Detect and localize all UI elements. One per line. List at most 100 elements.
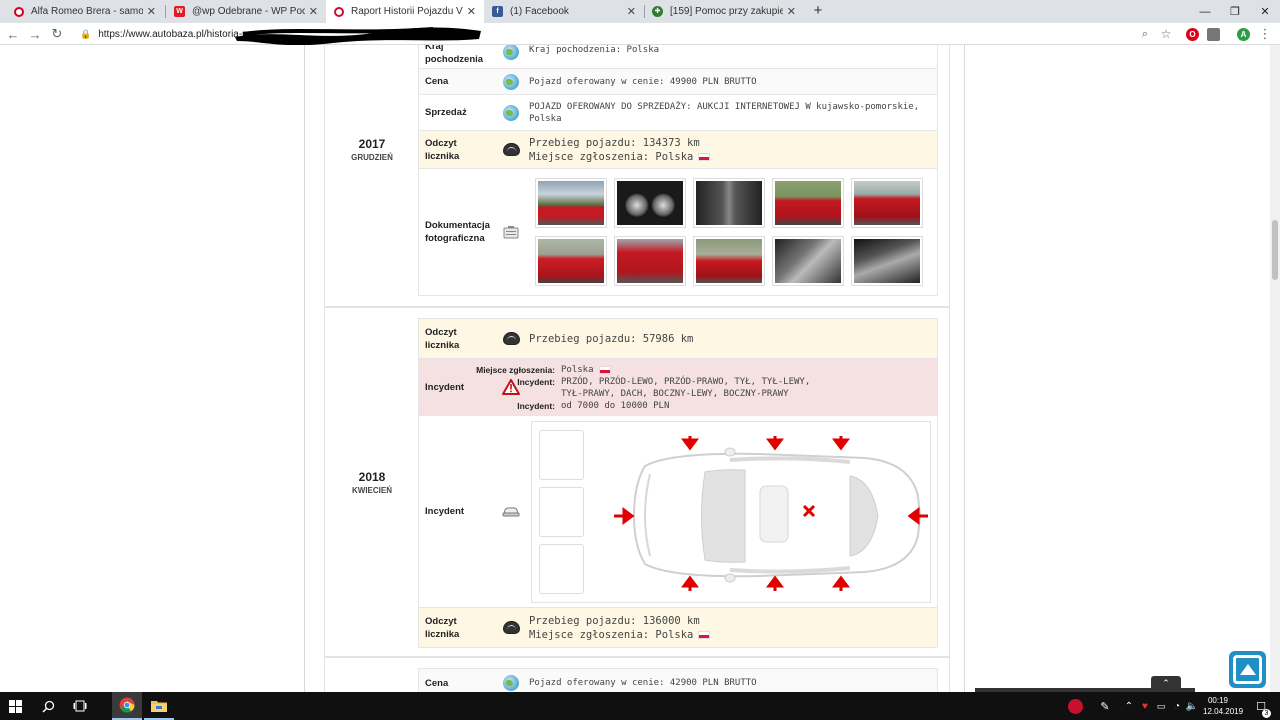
- volume-tray-icon[interactable]: 🔈: [1185, 692, 1199, 720]
- bookmark-star-icon[interactable]: ☆: [1157, 25, 1175, 43]
- photo-camera-icon: [493, 225, 529, 239]
- wifi-tray-icon[interactable]: ◔: [1170, 692, 1184, 720]
- events-card: Cena Pojazd oferowany w cenie: 42900 PLN…: [418, 668, 938, 692]
- row-label: Sprzedaż: [425, 107, 467, 118]
- close-tab-icon[interactable]: ✕: [147, 5, 156, 18]
- page-scrollbar[interactable]: [1270, 45, 1280, 692]
- chevron-up-tray-icon[interactable]: ⌃: [1122, 692, 1136, 720]
- arrow-up-icon: [1233, 655, 1262, 684]
- clock[interactable]: 00:19 12.04.2019: [1203, 695, 1243, 717]
- reload-button[interactable]: ↻: [48, 25, 66, 43]
- antivirus-tray-icon[interactable]: ♥: [1138, 692, 1152, 720]
- car-photo[interactable]: [693, 236, 765, 286]
- car-photo[interactable]: [772, 178, 844, 228]
- car-photo[interactable]: [535, 178, 607, 228]
- car-photo[interactable]: [772, 236, 844, 286]
- damage-diagram: [531, 420, 931, 603]
- windows-start-icon[interactable]: [0, 692, 30, 720]
- odometer-icon: [493, 332, 529, 345]
- row-label: Odczyt licznika: [425, 137, 460, 162]
- close-tab-icon[interactable]: ✕: [309, 5, 318, 18]
- tab-wp-poczta[interactable]: W @wp Odebrane - WP Poczta ✕: [166, 0, 326, 23]
- scrollbar-thumb[interactable]: [1272, 220, 1278, 280]
- car-photo[interactable]: [693, 178, 765, 228]
- month: GRUDZIEŃ: [351, 153, 393, 162]
- car-outline-icon: [493, 506, 529, 518]
- row-label: Cena: [425, 677, 449, 689]
- tab-autobaza-report[interactable]: Raport Historii Pojazdu VIN-Info ✕: [326, 0, 484, 23]
- damage-slot: [539, 543, 584, 594]
- globe-icon: [493, 104, 529, 121]
- wp-icon: W: [174, 6, 185, 17]
- extension-puzzle-icon[interactable]: [1207, 28, 1220, 41]
- battery-tray-icon[interactable]: ▭: [1154, 692, 1168, 720]
- search-icon[interactable]: [34, 692, 62, 720]
- notification-center-icon[interactable]: ☐ 3: [1250, 692, 1272, 720]
- new-tab-button[interactable]: +: [810, 3, 826, 19]
- close-window-button[interactable]: ✕: [1250, 0, 1280, 23]
- close-tab-icon[interactable]: ✕: [467, 5, 476, 18]
- row-label: Odczyt licznika: [425, 326, 460, 351]
- chrome-taskbar-icon[interactable]: [112, 692, 142, 720]
- windows-taskbar: ✎ ⌃ ♥ ▭ ◔ 🔈 00:19 12.04.2019 ☐ 3: [0, 692, 1280, 720]
- damage-slot: [539, 429, 584, 480]
- car-photo[interactable]: [614, 236, 686, 286]
- tab-forum-ar159[interactable]: ✚ [159] Pomoc przy zakupie AR159 ✕: [644, 0, 804, 23]
- poland-flag-icon: [698, 630, 711, 639]
- zoom-icon[interactable]: ⌕: [1136, 25, 1154, 43]
- opera-tray-icon[interactable]: [1065, 692, 1085, 720]
- detail-value: od 7000 do 10000 PLN: [561, 401, 670, 411]
- scroll-to-top-button[interactable]: [1229, 651, 1266, 688]
- tab-title: (1) Facebook: [510, 6, 569, 17]
- notification-count: 3: [1261, 708, 1271, 718]
- row-value: Przebieg pojazdu: 134373 km Miejsce zgło…: [529, 136, 937, 164]
- close-tab-icon[interactable]: ✕: [627, 5, 636, 18]
- row-value: Kraj pochodzenia: Polska: [529, 45, 660, 55]
- row-label: Dokumentacja fotograficzna: [425, 220, 490, 244]
- avatar-letter: A: [1240, 30, 1247, 39]
- minimize-button[interactable]: —: [1190, 0, 1220, 23]
- car-photo[interactable]: [535, 236, 607, 286]
- menu-kebab-icon[interactable]: ⋮: [1256, 25, 1274, 43]
- forward-button[interactable]: →: [26, 25, 44, 43]
- location-line: Miejsce zgłoszenia: Polska: [529, 628, 927, 642]
- year: 2017: [358, 137, 386, 151]
- file-explorer-icon[interactable]: [144, 692, 174, 720]
- clock-time: 00:19: [1207, 696, 1229, 705]
- forum-icon: ✚: [652, 6, 663, 17]
- chevron-up-icon[interactable]: ⌃: [1151, 676, 1181, 690]
- task-view-icon[interactable]: [66, 692, 94, 720]
- year-label: 2018 KWIECIEŃ: [325, 470, 419, 495]
- pen-tray-icon[interactable]: ✎: [1096, 692, 1114, 720]
- opera-extension-icon[interactable]: O: [1186, 28, 1199, 41]
- back-button[interactable]: ←: [4, 25, 22, 43]
- row-odometer: Odczyt licznika Przebieg pojazdu: 134373…: [419, 131, 937, 169]
- page-viewport: 2017 GRUDZIEŃ Kraj pochodzenia Kraj poch…: [0, 45, 1270, 692]
- incident-detail-line: Incydent: PRZÓD, PRZÓD-LEWO, PRZÓD-PRAWO,…: [517, 376, 927, 400]
- content-border-left: [304, 45, 305, 692]
- row-incident-details: Incydent Miejsce zgłoszenia: Polska Incyd…: [419, 359, 937, 416]
- tab-facebook[interactable]: f (1) Facebook ✕: [484, 0, 644, 23]
- maximize-button[interactable]: ❐: [1220, 0, 1250, 23]
- car-photo[interactable]: [851, 236, 923, 286]
- profile-avatar[interactable]: A: [1237, 28, 1250, 41]
- close-tab-icon[interactable]: ✕: [787, 5, 796, 18]
- car-photo[interactable]: [614, 178, 686, 228]
- row-label: Cena: [425, 76, 449, 87]
- year: 2018: [358, 470, 386, 484]
- car-photo[interactable]: [851, 178, 923, 228]
- poland-flag-icon: [698, 152, 711, 161]
- tab-title: @wp Odebrane - WP Poczta: [192, 6, 305, 17]
- address-field[interactable]: 🔒 https://www.autobaza.pl/historia-p: [80, 26, 248, 42]
- tab-alfa-romeo[interactable]: Alfa Romeo Brera - samochody o ✕: [6, 0, 164, 23]
- toolbar: ← → ↻ 🔒 https://www.autobaza.pl/historia…: [0, 23, 1280, 45]
- row-value: Pojazd oferowany w cenie: 42900 PLN BRUT…: [529, 678, 757, 688]
- incident-detail-line: Incydent: od 7000 do 10000 PLN: [517, 400, 927, 412]
- history-block-2018: 2018 KWIECIEŃ Odczyt licznika Przebieg p…: [324, 307, 950, 657]
- detail-value-text: Polska: [561, 365, 594, 375]
- photo-grid: [529, 169, 937, 295]
- month: KWIECIEŃ: [352, 486, 392, 495]
- tab-title: Alfa Romeo Brera - samochody o: [31, 6, 143, 17]
- history-block-2017: 2017 GRUDZIEŃ Kraj pochodzenia Kraj poch…: [324, 45, 950, 307]
- row-price: Cena Pojazd oferowany w cenie: 42900 PLN…: [419, 669, 937, 692]
